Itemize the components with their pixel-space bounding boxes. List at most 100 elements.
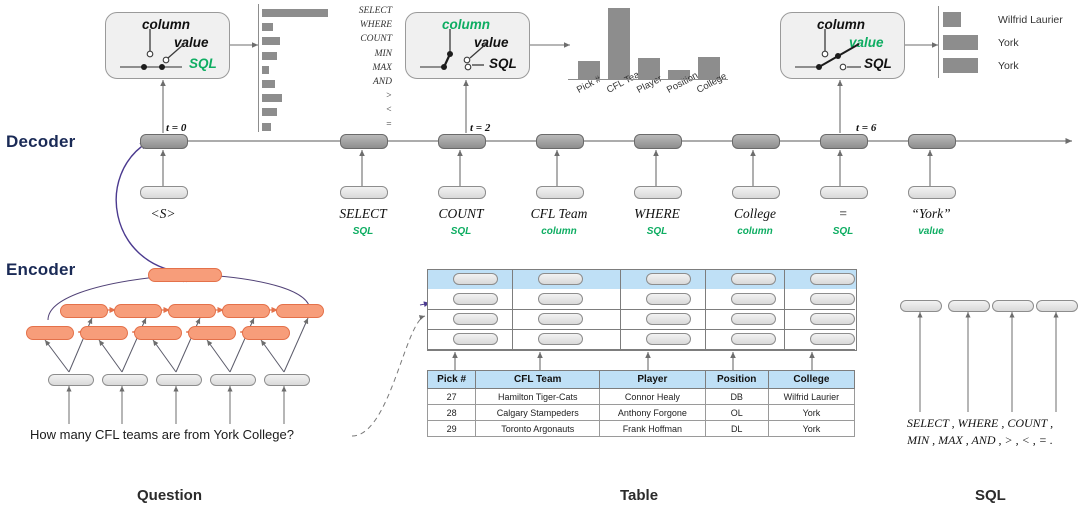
column-bar [608, 8, 630, 80]
attention-cell[interactable] [810, 333, 855, 345]
sql-vocab-bar [262, 94, 283, 103]
decoder-token-text: WHERE [634, 206, 680, 221]
decoder-cell[interactable] [438, 134, 486, 149]
encoder-backward-cell[interactable] [188, 326, 236, 340]
table-attention-grid [427, 269, 857, 351]
attention-cell[interactable] [453, 333, 498, 345]
table-cell: Frank Hoffman [599, 420, 706, 437]
sql-vocab-label: SELECT [358, 6, 392, 16]
table-column-header[interactable]: Position [704, 370, 769, 389]
encoder-forward-cell[interactable] [276, 304, 324, 318]
decoder-input-cell[interactable] [140, 186, 188, 199]
attention-cell[interactable] [453, 313, 498, 325]
decoder-cell[interactable] [908, 134, 956, 149]
attention-grid-row-divider [427, 349, 855, 350]
table-cell: DL [704, 420, 769, 437]
table-cell: York [767, 404, 856, 421]
decoder-cell[interactable] [820, 134, 868, 149]
attention-cell[interactable] [453, 293, 498, 305]
decoder-input-cell[interactable] [732, 186, 780, 199]
sql-vocab-bar [262, 9, 328, 17]
table-cell: Wilfrid Laurier [767, 388, 856, 405]
decoder-input-cell[interactable] [820, 186, 868, 199]
attention-cell[interactable] [731, 293, 776, 305]
switch-box-t0[interactable]: column value SQL [105, 12, 230, 79]
attention-grid-col-divider [705, 269, 706, 350]
attention-cell[interactable] [646, 313, 691, 325]
decoder-input-cell[interactable] [634, 186, 682, 199]
word-embedding-cell[interactable] [48, 374, 94, 386]
table-row[interactable]: 27 Hamilton Tiger-Cats Connor Healy DB Wilfr… [426, 388, 856, 405]
attention-cell[interactable] [538, 293, 583, 305]
sql-vocab-cell[interactable] [900, 300, 942, 312]
word-embedding-cell[interactable] [210, 374, 256, 386]
encoder-forward-cell[interactable] [114, 304, 162, 318]
encoder-backward-cell[interactable] [242, 326, 290, 340]
time-label-t2: t = 2 [470, 122, 491, 134]
decoder-input-cell[interactable] [908, 186, 956, 199]
attention-cell[interactable] [810, 273, 855, 285]
table-cell: 29 [426, 420, 477, 437]
attention-cell[interactable] [453, 273, 498, 285]
attention-cell[interactable] [731, 313, 776, 325]
sql-vocab-cell[interactable] [948, 300, 990, 312]
encoder-backward-cell[interactable] [26, 326, 74, 340]
attention-cell[interactable] [646, 333, 691, 345]
table-column-header[interactable]: Player [599, 370, 706, 389]
attention-cell[interactable] [810, 313, 855, 325]
value-bar-label: Wilfrid Laurier [998, 14, 1063, 26]
table-column-header[interactable]: Pick # [426, 370, 477, 389]
sql-vocab-cell[interactable] [1036, 300, 1078, 312]
decoder-cell[interactable] [634, 134, 682, 149]
value-bar [943, 35, 978, 50]
decoder-input-cell[interactable] [340, 186, 388, 199]
decoder-cell[interactable] [140, 134, 188, 149]
word-embedding-cell[interactable] [264, 374, 310, 386]
table-column-header[interactable]: CFL Team [475, 370, 601, 389]
table-cell: 27 [426, 388, 477, 405]
sql-vocab-label: COUNT [360, 34, 392, 45]
decoder-input-cell[interactable] [536, 186, 584, 199]
decoder-cell[interactable] [340, 134, 388, 149]
value-bar-label: York [998, 37, 1019, 49]
attention-cell[interactable] [731, 273, 776, 285]
column-chart-axis [568, 79, 728, 81]
encoder-backward-cell[interactable] [134, 326, 182, 340]
encoder-final-state-cell[interactable] [148, 268, 222, 282]
attention-grid-col-divider [620, 269, 621, 350]
encoder-forward-cell[interactable] [60, 304, 108, 318]
sql-vocab-label: > [385, 91, 392, 102]
word-embedding-cell[interactable] [156, 374, 202, 386]
encoder-forward-cell[interactable] [168, 304, 216, 318]
chart-axis [258, 4, 260, 132]
attention-cell[interactable] [538, 313, 583, 325]
decoder-token-text: CFL Team [530, 206, 588, 221]
attention-cell[interactable] [538, 333, 583, 345]
attention-cell[interactable] [731, 333, 776, 345]
decoder-input-cell[interactable] [438, 186, 486, 199]
table-row[interactable]: 28 Calgary Stampeders Anthony Forgone OL Yor… [426, 404, 856, 421]
decoder-token-text: COUNT [438, 206, 484, 221]
encoder-section-label: Encoder [6, 260, 76, 279]
value-bar [943, 58, 978, 73]
table-cell: Calgary Stampeders [475, 404, 601, 421]
bottom-label-question: Question [137, 487, 203, 504]
sql-vocab-cell[interactable] [992, 300, 1034, 312]
attention-cell[interactable] [538, 273, 583, 285]
table-column-header[interactable]: College [767, 370, 856, 389]
decoder-cell[interactable] [732, 134, 780, 149]
sql-vocab-bar [262, 23, 273, 32]
attention-cell[interactable] [810, 293, 855, 305]
attention-cell[interactable] [646, 293, 691, 305]
bottom-label-sql: SQL [975, 487, 1006, 504]
table-cell: 28 [426, 404, 477, 421]
switch-box-t6[interactable]: column value SQL [780, 12, 905, 79]
switch-box-t2[interactable]: column value SQL [405, 12, 530, 79]
decoder-cell[interactable] [536, 134, 584, 149]
attention-cell[interactable] [646, 273, 691, 285]
word-embedding-cell[interactable] [102, 374, 148, 386]
encoder-forward-cell[interactable] [222, 304, 270, 318]
data-table[interactable]: Pick # CFL Team Player Position College 27 Ha… [426, 370, 856, 437]
table-row[interactable]: 29 Toronto Argonauts Frank Hoffman DL York [426, 420, 856, 437]
encoder-backward-cell[interactable] [80, 326, 128, 340]
